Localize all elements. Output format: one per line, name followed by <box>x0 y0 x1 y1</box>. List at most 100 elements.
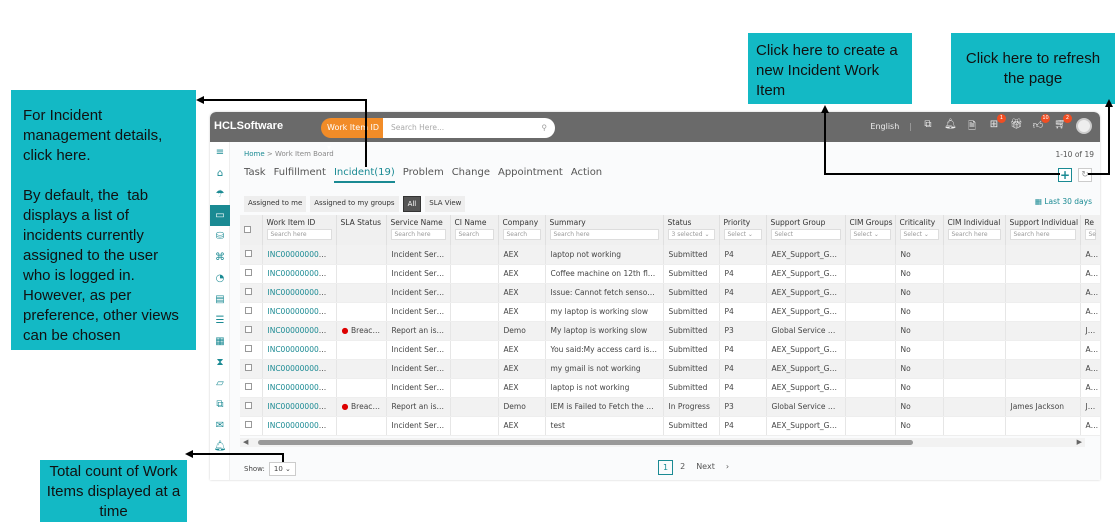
column-header[interactable]: Company Search <box>498 215 546 245</box>
work-item-link[interactable]: INC000000007305 <box>268 269 336 278</box>
view-sla[interactable]: SLA View <box>425 196 466 212</box>
column-header[interactable]: Status 3 selected ⌄ <box>663 215 720 245</box>
command-icon[interactable]: ⌘ <box>210 247 230 268</box>
document-icon[interactable]: 🗎 <box>966 119 978 133</box>
row-checkbox[interactable] <box>245 345 252 352</box>
table-row[interactable]: INC000000007326 Incident Service AEX laptop… <box>240 245 1100 265</box>
work-item-link[interactable]: INC000000007326 <box>268 250 336 259</box>
page-size-select[interactable]: 10 ⌄ <box>268 462 296 476</box>
view-assigned-to-me[interactable]: Assigned to me <box>244 196 307 212</box>
column-header[interactable]: Service Name Search here <box>386 215 451 245</box>
tab-change[interactable]: Change <box>452 167 490 183</box>
column-filter[interactable]: Select ⌄ <box>849 229 891 240</box>
column-header[interactable]: Support Group Select <box>766 215 846 245</box>
table-row[interactable]: INC000000007268 Incident Service AEX test Su… <box>240 416 1100 436</box>
table-row[interactable]: INC000000007288 Incident Service AEX You sa… <box>240 340 1100 360</box>
column-filter[interactable]: Search here <box>549 229 659 240</box>
work-item-link[interactable]: INC000000007289 <box>268 326 336 335</box>
work-item-link[interactable]: INC000000007276 <box>268 383 336 392</box>
select-all-checkbox[interactable] <box>244 226 251 233</box>
page-2[interactable]: 2 <box>676 460 689 475</box>
row-checkbox[interactable] <box>245 288 252 295</box>
column-header[interactable]: Criticality Select ⌄ <box>895 215 944 245</box>
column-header[interactable]: Priority Select ⌄ <box>719 215 767 245</box>
row-checkbox[interactable] <box>245 269 252 276</box>
column-header[interactable]: Work Item ID Search here <box>262 215 337 245</box>
checklist-icon[interactable]: ☰ <box>210 310 230 331</box>
column-filter[interactable]: Se <box>1084 229 1096 240</box>
calendar-icon[interactable]: ▦ <box>210 331 230 352</box>
column-header[interactable]: Re Se <box>1080 215 1100 245</box>
row-checkbox[interactable] <box>245 364 252 371</box>
work-item-board-icon[interactable]: ▭ <box>210 205 230 226</box>
avatar[interactable] <box>1076 118 1092 134</box>
column-filter[interactable]: Select ⌄ <box>899 229 939 240</box>
work-item-link[interactable]: INC000000007302 <box>268 288 336 297</box>
table-row[interactable]: INC000000007305 Incident Service AEX Coffee… <box>240 264 1100 284</box>
table-row[interactable]: INC000000007290 Incident Service AEX my lap… <box>240 302 1100 322</box>
hourglass-icon[interactable]: ⧗ <box>210 352 230 373</box>
scroll-left-icon[interactable]: ◀ <box>243 438 248 446</box>
search-input[interactable]: Search Here... ⚲ <box>383 118 555 138</box>
menu-icon[interactable]: ≡ <box>210 142 230 163</box>
refresh-button[interactable]: ↻ <box>1078 168 1092 182</box>
thumbs-up-icon[interactable]: 👍︎ 10 <box>1032 114 1050 133</box>
laptop-icon[interactable]: ▱ <box>210 373 230 394</box>
tab-action[interactable]: Action <box>571 167 602 183</box>
column-filter[interactable]: 3 selected ⌄ <box>667 229 715 240</box>
table-row[interactable]: INC000000007302 Incident Service AEX Issue:… <box>240 283 1100 303</box>
row-checkbox[interactable] <box>245 421 252 428</box>
table-row[interactable]: INC000000007289 ● Breached Report an issue… <box>240 321 1100 341</box>
table-row[interactable]: INC000000007276 Incident Service AEX laptop… <box>240 378 1100 398</box>
column-filter[interactable]: Search here <box>390 229 446 240</box>
next-arrow-icon[interactable]: › <box>722 460 733 475</box>
work-item-link[interactable]: INC000000007268 <box>268 421 336 430</box>
scrollbar-thumb[interactable] <box>258 440 913 445</box>
horizontal-scrollbar[interactable]: ◀ ▶ <box>240 438 1085 447</box>
mail-icon[interactable]: ✉ <box>210 415 230 436</box>
gift-icon[interactable]: 🎁︎ <box>1010 119 1023 133</box>
next-page[interactable]: Next <box>692 460 719 475</box>
work-item-link[interactable]: INC000000007280 <box>268 364 336 373</box>
view-all[interactable]: All <box>402 196 422 212</box>
tab-task[interactable]: Task <box>244 167 266 183</box>
add-incident-button[interactable]: + <box>1058 168 1072 182</box>
cart-icon[interactable]: 🛒︎ 2 <box>1054 114 1072 133</box>
work-item-link[interactable]: INC000000007288 <box>268 345 336 354</box>
row-checkbox[interactable] <box>245 249 252 257</box>
breadcrumb-home[interactable]: Home <box>244 150 265 158</box>
scroll-right-icon[interactable]: ▶ <box>1077 438 1082 446</box>
umbrella-icon[interactable]: ☂ <box>210 184 230 205</box>
column-header[interactable]: SLA Status <box>336 215 387 245</box>
chat-icon[interactable]: ⊞ 1 <box>988 114 1006 133</box>
view-assigned-to-my-groups[interactable]: Assigned to my groups <box>310 196 399 212</box>
external-link-icon[interactable]: ⧉ <box>922 119 934 133</box>
column-header[interactable]: Summary Search here <box>545 215 664 245</box>
column-header[interactable]: CI Name Search <box>450 215 499 245</box>
pie-chart-icon[interactable]: ◔ <box>210 268 230 289</box>
bell-icon[interactable]: 🔔︎ <box>944 119 957 133</box>
row-checkbox[interactable] <box>245 402 252 409</box>
search-scope-dropdown[interactable]: Work Item ID ▾ <box>321 118 383 152</box>
tab-problem[interactable]: Problem <box>403 167 444 183</box>
tab-appointment[interactable]: Appointment <box>498 167 563 183</box>
copy-icon[interactable]: ⧉ <box>210 394 230 415</box>
row-checkbox[interactable] <box>245 326 252 333</box>
column-header[interactable]: CIM Groups Select ⌄ <box>845 215 896 245</box>
row-checkbox[interactable] <box>245 307 252 314</box>
language-selector[interactable]: English <box>870 122 899 131</box>
date-filter[interactable]: ▦ Last 30 days <box>1035 197 1092 206</box>
column-filter[interactable]: Select <box>770 229 841 240</box>
database-icon[interactable]: ⛁ <box>210 226 230 247</box>
column-filter[interactable]: Search <box>502 229 541 240</box>
bag-icon[interactable]: ⌂ <box>210 163 230 184</box>
column-filter[interactable]: Search here <box>947 229 1001 240</box>
column-header[interactable]: Support Individual Search here <box>1005 215 1081 245</box>
table-row[interactable]: INC000000007280 Incident Service AEX my gma… <box>240 359 1100 379</box>
column-filter[interactable]: Select ⌄ <box>723 229 762 240</box>
page-1[interactable]: 1 <box>658 460 674 475</box>
column-header[interactable]: CIM Individual Search here <box>943 215 1006 245</box>
tab-fulfillment[interactable]: Fulfillment <box>274 167 326 183</box>
archive-icon[interactable]: ▤ <box>210 289 230 310</box>
work-item-link[interactable]: INC000000007290 <box>268 307 336 316</box>
